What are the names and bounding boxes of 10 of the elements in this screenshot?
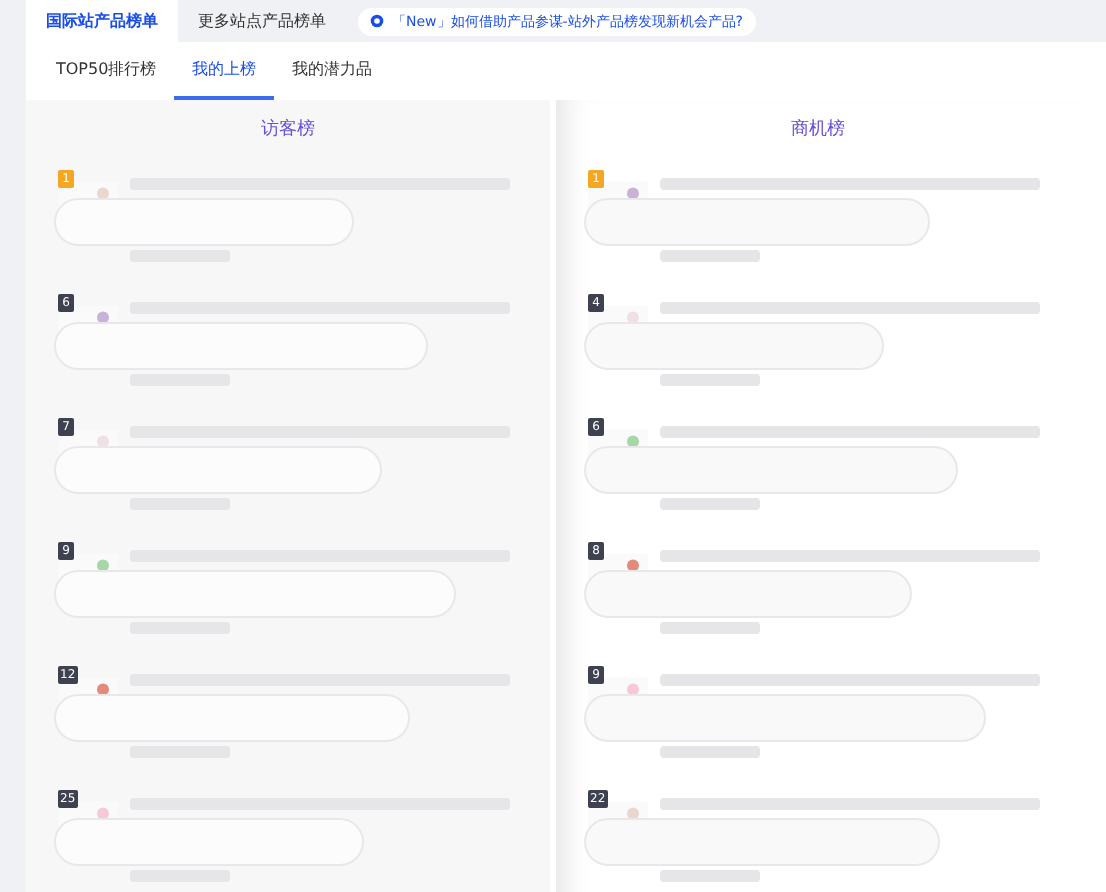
info-icon (370, 14, 384, 28)
board-title: 商机榜 (789, 117, 847, 142)
blurred-line (660, 622, 760, 634)
tab[interactable]: 国际站产品榜单 (26, 0, 178, 42)
blurred-line (660, 746, 760, 758)
board-title: 访客榜 (259, 117, 317, 142)
blurred-line (660, 870, 760, 882)
blurred-line (660, 374, 760, 386)
blurred-line (660, 498, 760, 510)
blurred-line (660, 250, 760, 262)
